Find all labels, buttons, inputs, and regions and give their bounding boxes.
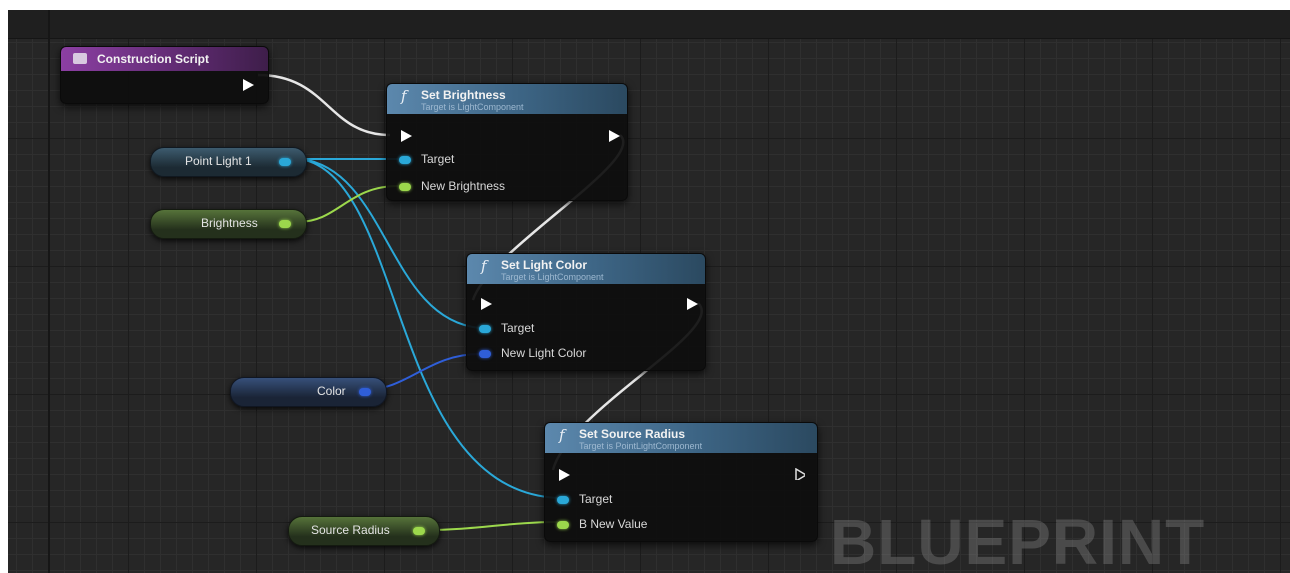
source-radius-variable-node[interactable]: Source Radius: [288, 516, 440, 546]
exec-in-pin[interactable]: [401, 130, 412, 142]
target-pin[interactable]: [557, 496, 569, 504]
source-radius-variable-label: Source Radius: [311, 523, 390, 537]
source-radius-output-pin[interactable]: [413, 527, 425, 535]
exec-in-pin[interactable]: [559, 469, 570, 481]
set-light-color-node[interactable]: f Set Light Color Target is LightCompone…: [466, 253, 706, 371]
blueprint-watermark: BLUEPRINT: [830, 506, 1206, 573]
construction-script-title: Construction Script: [97, 52, 210, 66]
set-source-radius-subtitle: Target is PointLightComponent: [579, 441, 703, 451]
set-brightness-subtitle: Target is LightComponent: [421, 102, 524, 112]
exec-out-pin-unconnected[interactable]: [795, 468, 805, 480]
exec-out-pin[interactable]: [609, 130, 620, 142]
float-wire-brightness: [297, 185, 399, 223]
target-pin[interactable]: [399, 156, 411, 164]
exec-out-pin[interactable]: [687, 298, 698, 310]
function-icon: f: [481, 257, 487, 275]
target-pin-label: Target: [579, 492, 613, 506]
new-light-color-pin[interactable]: [479, 350, 491, 358]
set-brightness-node[interactable]: f Set Brightness Target is LightComponen…: [386, 83, 628, 201]
function-icon: f: [401, 87, 407, 105]
set-brightness-title: Set Brightness: [421, 88, 506, 102]
new-brightness-pin-label: New Brightness: [421, 179, 506, 193]
set-source-radius-header: f Set Source Radius Target is PointLight…: [545, 423, 817, 453]
exec-in-pin[interactable]: [481, 298, 492, 310]
brightness-variable-node[interactable]: Brightness: [150, 209, 307, 239]
target-pin-label: Target: [501, 321, 535, 335]
exec-wire-construction-to-brightness: [257, 73, 391, 137]
new-value-pin-label: B New Value: [579, 517, 648, 531]
float-wire-source-radius: [423, 521, 559, 531]
brightness-output-pin[interactable]: [279, 220, 291, 228]
new-light-color-pin-label: New Light Color: [501, 346, 587, 360]
set-source-radius-title: Set Source Radius: [579, 427, 686, 441]
set-source-radius-node[interactable]: f Set Source Radius Target is PointLight…: [544, 422, 818, 542]
new-brightness-pin[interactable]: [399, 183, 411, 191]
set-brightness-header: f Set Brightness Target is LightComponen…: [387, 84, 627, 114]
new-value-pin[interactable]: [557, 521, 569, 529]
color-output-pin[interactable]: [359, 388, 371, 396]
set-light-color-title: Set Light Color: [501, 258, 587, 272]
color-variable-label: Color: [317, 384, 346, 398]
color-variable-node[interactable]: Color: [230, 377, 387, 407]
set-light-color-header: f Set Light Color Target is LightCompone…: [467, 254, 705, 284]
function-icon: f: [559, 426, 565, 444]
construction-script-header: Construction Script: [61, 47, 268, 71]
blueprint-graph-canvas[interactable]: Construction Script f Set Brightness Tar…: [8, 10, 1290, 573]
exec-out-pin[interactable]: [243, 79, 254, 91]
function-graph-icon: [73, 53, 87, 64]
target-pin-label: Target: [421, 152, 455, 166]
set-light-color-subtitle: Target is LightComponent: [501, 272, 604, 282]
target-pin[interactable]: [479, 325, 491, 333]
point-light-variable-label: Point Light 1: [185, 154, 252, 168]
point-light-variable-node[interactable]: Point Light 1: [150, 147, 307, 177]
brightness-variable-label: Brightness: [201, 216, 258, 230]
point-light-output-pin[interactable]: [279, 158, 291, 166]
construction-script-node[interactable]: Construction Script: [60, 46, 269, 104]
